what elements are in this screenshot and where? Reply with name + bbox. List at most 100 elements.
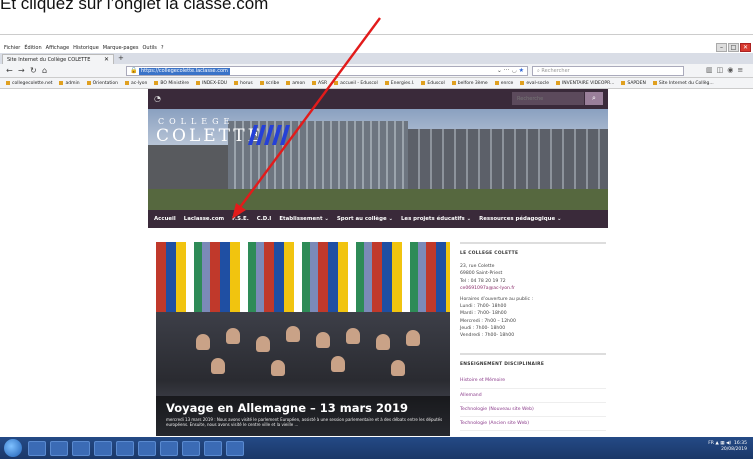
menu-marque-pages[interactable]: Marque-pages	[103, 45, 139, 51]
nav-projets[interactable]: Les projets éducatifs ⌄	[401, 216, 471, 222]
site-search-input[interactable]	[512, 92, 584, 105]
bookmark-item[interactable]: eval-socle	[520, 81, 549, 86]
minimize-icon[interactable]: –	[716, 43, 727, 52]
browser-search-input[interactable]: ⌕ Rechercher	[532, 66, 684, 76]
more-icon[interactable]: ···	[504, 67, 510, 74]
taskbar-app-icon[interactable]	[50, 441, 68, 456]
menu-outils[interactable]: Outils	[142, 45, 156, 51]
bookmark-item[interactable]: INVENTAIRE VIDEOPR...	[555, 81, 614, 86]
flags-photo	[156, 242, 450, 312]
person-figure	[391, 360, 405, 376]
hours-title: Horaires d’ouverture au public :	[460, 297, 534, 303]
nav-accueil[interactable]: Accueil	[154, 216, 176, 222]
bookmark-item[interactable]: Site Internet du Collèg...	[652, 81, 714, 86]
start-button[interactable]	[4, 439, 22, 457]
site-top-bar: ◔ ⌕	[148, 89, 608, 109]
taskbar-app-icon[interactable]	[204, 441, 222, 456]
hours-line: Mercredi : 7h00 – 12h00	[460, 318, 516, 324]
link-histoire[interactable]: Histoire et Mémoire	[460, 374, 606, 389]
slide-title[interactable]: Voyage en Allemagne – 13 mars 2019	[166, 401, 408, 415]
url-actions: ⌄ ··· ◡ ★	[497, 67, 524, 74]
window-controls: – □ ✕	[715, 43, 751, 52]
sidebar: LE COLLEGE COLETTE 23, rue Colette 69800…	[460, 242, 606, 436]
bookmark-item[interactable]: amon	[286, 81, 305, 86]
system-tray[interactable]: FR ▲ ▦ ◀) 16:35 20/08/2019	[708, 441, 747, 453]
menu-historique[interactable]: Historique	[73, 45, 99, 51]
extension-icon[interactable]: ◉	[727, 66, 737, 74]
rss-icon[interactable]: ◔	[154, 94, 161, 103]
bookmark-item[interactable]: Orientation	[86, 81, 118, 86]
bookmark-item[interactable]: SAPDEN	[621, 81, 646, 86]
tab-strip: Site Internet du Collège COLETTE ✕ +	[0, 53, 753, 64]
reload-icon[interactable]: ↻	[30, 66, 37, 75]
link-allemand[interactable]: Allemand	[460, 389, 606, 403]
bookmark-item[interactable]: belfore 3ème	[451, 81, 488, 86]
tab-title: Site Internet du Collège COLETTE	[7, 57, 91, 63]
tab-close-icon[interactable]: ✕	[104, 56, 109, 63]
bookmark-item[interactable]: Energies.l.	[384, 81, 414, 86]
bookmark-item[interactable]: collegecolette.net	[6, 81, 52, 86]
pocket-icon[interactable]: ◡	[511, 67, 516, 74]
person-figure	[376, 334, 390, 350]
taskbar-firefox-icon[interactable]	[182, 441, 200, 456]
browser-search-placeholder: Rechercher	[541, 68, 570, 74]
bookmark-item[interactable]: Eduscol	[421, 81, 445, 86]
link-technologie-nouveau[interactable]: Technologie (Nouveau site Web)	[460, 403, 606, 418]
home-icon[interactable]: ⌂	[42, 66, 47, 75]
news-slider[interactable]: Voyage en Allemagne – 13 mars 2019 mercr…	[156, 242, 450, 436]
tray-time: 16:35	[734, 441, 747, 446]
menu-help[interactable]: ?	[161, 45, 164, 51]
taskbar-ie-icon[interactable]	[72, 441, 90, 456]
hours-line: Jeudi : 7h00- 18h00	[460, 325, 506, 331]
nav-fse[interactable]: F.S.E.	[232, 216, 249, 222]
bookmark-item[interactable]: horus	[234, 81, 253, 86]
close-icon[interactable]: ✕	[740, 43, 751, 52]
back-icon[interactable]: ←	[6, 66, 13, 75]
menu-edition[interactable]: Édition	[24, 45, 41, 51]
nav-cdi[interactable]: C.D.I	[257, 216, 272, 222]
taskbar-app-icon[interactable]	[116, 441, 134, 456]
lawn-image	[148, 189, 608, 210]
menu-affichage[interactable]: Affichage	[46, 45, 70, 51]
menu-bar: Fichier Édition Affichage Historique Mar…	[0, 43, 753, 53]
nav-laclasse[interactable]: Laclasse.com	[184, 216, 224, 222]
site-search-button[interactable]: ⌕	[585, 92, 603, 105]
menu-fichier[interactable]: Fichier	[4, 45, 20, 51]
bookmark-star-icon[interactable]: ★	[519, 67, 524, 74]
url-bar[interactable]: 🔒 https://collegecolette.laclasse.com ⌄ …	[126, 66, 528, 76]
phone-number: Tel : 04 78 20 19 72	[460, 278, 506, 284]
person-figure	[316, 332, 330, 348]
taskbar-folder-icon[interactable]	[94, 441, 112, 456]
link-technologie-ancien[interactable]: Technologie (Ancien site Web)	[460, 417, 606, 432]
bookmark-item[interactable]: admin	[59, 81, 80, 86]
bookmark-item[interactable]: accueil - Eduscol	[334, 81, 378, 86]
dropdown-icon[interactable]: ⌄	[497, 67, 502, 74]
nav-sport[interactable]: Sport au collège ⌄	[337, 216, 393, 222]
bookmark-item[interactable]: ASR	[312, 81, 327, 86]
taskbar-app-icon[interactable]	[138, 441, 156, 456]
tab-college-colette[interactable]: Site Internet du Collège COLETTE ✕	[2, 54, 114, 64]
person-figure	[271, 360, 285, 376]
bookmark-item[interactable]: BO Ministère	[154, 81, 189, 86]
logo-college: COLLEGE	[158, 117, 235, 126]
menu-icon[interactable]: ≡	[737, 66, 747, 74]
hours-line: Lundi : 7h00- 18h00	[460, 304, 507, 310]
library-icon[interactable]: ▥	[706, 66, 717, 74]
bookmark-item[interactable]: enrce	[494, 81, 513, 86]
taskbar-app-icon[interactable]	[226, 441, 244, 456]
bookmark-item[interactable]: ac-lyon	[125, 81, 147, 86]
new-tab-icon[interactable]: +	[118, 54, 124, 62]
browser-screenshot: Fichier Édition Affichage Historique Mar…	[0, 34, 753, 459]
bookmark-item[interactable]: INDEX-EDU	[196, 81, 227, 86]
email-link[interactable]: ce0691097a@ac-lyon.fr	[460, 285, 606, 292]
taskbar-app-icon[interactable]	[28, 441, 46, 456]
taskbar-app-icon[interactable]	[160, 441, 178, 456]
forward-icon[interactable]: →	[18, 66, 25, 75]
nav-etablissement[interactable]: Etablissement ⌄	[279, 216, 329, 222]
lock-icon: 🔒	[130, 67, 138, 74]
maximize-icon[interactable]: □	[728, 43, 739, 52]
bookmark-item[interactable]: scribe	[259, 81, 279, 86]
sidebar-icon[interactable]: ◫	[717, 66, 728, 74]
nav-ressources[interactable]: Ressources pédagogique ⌄	[479, 216, 561, 222]
url-text[interactable]: https://collegecolette.laclasse.com	[139, 68, 230, 75]
